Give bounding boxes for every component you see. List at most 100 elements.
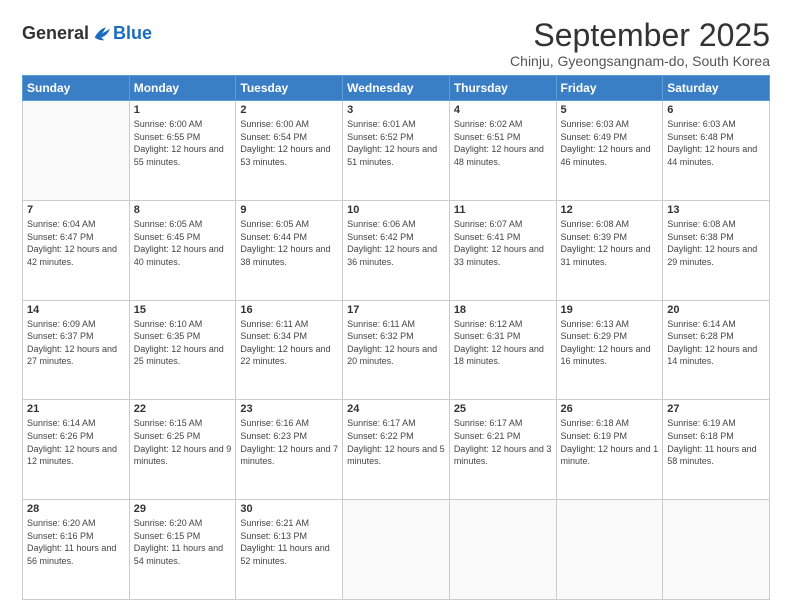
calendar-cell: 13Sunrise: 6:08 AM Sunset: 6:38 PM Dayli… <box>663 200 770 300</box>
calendar-cell <box>449 500 556 600</box>
day-number: 22 <box>134 403 232 415</box>
calendar-cell: 3Sunrise: 6:01 AM Sunset: 6:52 PM Daylig… <box>343 101 450 201</box>
day-number: 18 <box>454 304 552 316</box>
logo-general-text: General <box>22 23 89 44</box>
calendar-cell: 9 Sunrise: 6:05 AM Sunset: 6:44 PM Daylig… <box>236 200 343 300</box>
day-number: 23 <box>240 403 338 415</box>
col-tuesday: Tuesday <box>236 76 343 101</box>
page: General Blue September 2025 Chinju, Gyeo… <box>0 0 792 612</box>
calendar-cell: 11 Sunrise: 6:07 AM Sunset: 6:41 PM Dayli… <box>449 200 556 300</box>
day-number: 1 <box>134 104 232 116</box>
calendar-table: Sunday Monday Tuesday Wednesday Thursday… <box>22 75 770 600</box>
day-number: 26 <box>561 403 659 415</box>
day-number: 8 <box>134 204 232 216</box>
day-info: Sunrise: 6:00 AM Sunset: 6:54 PM Dayligh… <box>240 118 338 168</box>
day-number: 7 <box>27 204 125 216</box>
day-info: Sunrise: 6:03 AM Sunset: 6:48 PM Dayligh… <box>667 118 765 168</box>
calendar-cell: 10 Sunrise: 6:06 AM Sunset: 6:42 PM Dayli… <box>343 200 450 300</box>
day-info: Sunrise: 6:19 AM Sunset: 6:18 PM Dayligh… <box>667 417 765 467</box>
day-number: 29 <box>134 503 232 515</box>
calendar-cell: 8 Sunrise: 6:05 AM Sunset: 6:45 PM Daylig… <box>129 200 236 300</box>
day-info: Sunrise: 6:05 AM Sunset: 6:45 PM Dayligh… <box>134 218 232 268</box>
calendar-cell: 23 Sunrise: 6:16 AM Sunset: 6:23 PM Dayli… <box>236 400 343 500</box>
calendar-cell: 22 Sunrise: 6:15 AM Sunset: 6:25 PM Dayli… <box>129 400 236 500</box>
calendar-cell: 2Sunrise: 6:00 AM Sunset: 6:54 PM Daylig… <box>236 101 343 201</box>
day-info: Sunrise: 6:03 AM Sunset: 6:49 PM Dayligh… <box>561 118 659 168</box>
week-row-3: 14 Sunrise: 6:09 AM Sunset: 6:37 PM Dayli… <box>23 300 770 400</box>
day-info: Sunrise: 6:08 AM Sunset: 6:38 PM Dayligh… <box>667 218 765 268</box>
day-info: Sunrise: 6:20 AM Sunset: 6:16 PM Dayligh… <box>27 517 125 567</box>
day-number: 12 <box>561 204 659 216</box>
day-number: 14 <box>27 304 125 316</box>
col-thursday: Thursday <box>449 76 556 101</box>
day-info: Sunrise: 6:14 AM Sunset: 6:26 PM Dayligh… <box>27 417 125 467</box>
week-row-1: 1 Sunrise: 6:00 AM Sunset: 6:55 PM Daylig… <box>23 101 770 201</box>
header: General Blue September 2025 Chinju, Gyeo… <box>22 18 770 69</box>
logo-blue-text: Blue <box>113 23 152 44</box>
day-info: Sunrise: 6:07 AM Sunset: 6:41 PM Dayligh… <box>454 218 552 268</box>
calendar-cell: 24Sunrise: 6:17 AM Sunset: 6:22 PM Dayli… <box>343 400 450 500</box>
logo-bird-icon <box>91 22 113 44</box>
location-subtitle: Chinju, Gyeongsangnam-do, South Korea <box>510 53 770 69</box>
day-number: 17 <box>347 304 445 316</box>
day-info: Sunrise: 6:05 AM Sunset: 6:44 PM Dayligh… <box>240 218 338 268</box>
day-number: 16 <box>240 304 338 316</box>
calendar-cell: 29 Sunrise: 6:20 AM Sunset: 6:15 PM Dayli… <box>129 500 236 600</box>
day-info: Sunrise: 6:17 AM Sunset: 6:21 PM Dayligh… <box>454 417 552 467</box>
calendar-cell: 20 Sunrise: 6:14 AM Sunset: 6:28 PM Dayli… <box>663 300 770 400</box>
calendar-cell: 26 Sunrise: 6:18 AM Sunset: 6:19 PM Dayli… <box>556 400 663 500</box>
calendar-cell: 19 Sunrise: 6:13 AM Sunset: 6:29 PM Dayli… <box>556 300 663 400</box>
day-info: Sunrise: 6:13 AM Sunset: 6:29 PM Dayligh… <box>561 318 659 368</box>
col-sunday: Sunday <box>23 76 130 101</box>
col-wednesday: Wednesday <box>343 76 450 101</box>
day-number: 28 <box>27 503 125 515</box>
calendar-cell: 28 Sunrise: 6:20 AM Sunset: 6:16 PM Dayli… <box>23 500 130 600</box>
day-info: Sunrise: 6:04 AM Sunset: 6:47 PM Dayligh… <box>27 218 125 268</box>
calendar-cell: 21 Sunrise: 6:14 AM Sunset: 6:26 PM Dayli… <box>23 400 130 500</box>
calendar-cell <box>23 101 130 201</box>
header-row: Sunday Monday Tuesday Wednesday Thursday… <box>23 76 770 101</box>
day-info: Sunrise: 6:00 AM Sunset: 6:55 PM Dayligh… <box>134 118 232 168</box>
day-number: 4 <box>454 104 552 116</box>
day-info: Sunrise: 6:18 AM Sunset: 6:19 PM Dayligh… <box>561 417 659 467</box>
col-saturday: Saturday <box>663 76 770 101</box>
calendar-cell <box>663 500 770 600</box>
day-info: Sunrise: 6:08 AM Sunset: 6:39 PM Dayligh… <box>561 218 659 268</box>
title-block: September 2025 Chinju, Gyeongsangnam-do,… <box>510 18 770 69</box>
day-number: 5 <box>561 104 659 116</box>
day-info: Sunrise: 6:06 AM Sunset: 6:42 PM Dayligh… <box>347 218 445 268</box>
col-monday: Monday <box>129 76 236 101</box>
calendar-cell <box>556 500 663 600</box>
calendar-cell: 14 Sunrise: 6:09 AM Sunset: 6:37 PM Dayli… <box>23 300 130 400</box>
day-info: Sunrise: 6:20 AM Sunset: 6:15 PM Dayligh… <box>134 517 232 567</box>
day-info: Sunrise: 6:21 AM Sunset: 6:13 PM Dayligh… <box>240 517 338 567</box>
calendar-cell: 12 Sunrise: 6:08 AM Sunset: 6:39 PM Dayli… <box>556 200 663 300</box>
calendar-cell: 1 Sunrise: 6:00 AM Sunset: 6:55 PM Daylig… <box>129 101 236 201</box>
day-info: Sunrise: 6:11 AM Sunset: 6:34 PM Dayligh… <box>240 318 338 368</box>
day-number: 11 <box>454 204 552 216</box>
day-number: 19 <box>561 304 659 316</box>
calendar-cell: 18 Sunrise: 6:12 AM Sunset: 6:31 PM Dayli… <box>449 300 556 400</box>
day-number: 15 <box>134 304 232 316</box>
day-number: 20 <box>667 304 765 316</box>
day-info: Sunrise: 6:09 AM Sunset: 6:37 PM Dayligh… <box>27 318 125 368</box>
day-number: 21 <box>27 403 125 415</box>
day-info: Sunrise: 6:12 AM Sunset: 6:31 PM Dayligh… <box>454 318 552 368</box>
calendar-cell <box>343 500 450 600</box>
logo: General Blue <box>22 22 152 44</box>
day-number: 30 <box>240 503 338 515</box>
day-info: Sunrise: 6:02 AM Sunset: 6:51 PM Dayligh… <box>454 118 552 168</box>
day-number: 27 <box>667 403 765 415</box>
day-info: Sunrise: 6:16 AM Sunset: 6:23 PM Dayligh… <box>240 417 338 467</box>
day-info: Sunrise: 6:15 AM Sunset: 6:25 PM Dayligh… <box>134 417 232 467</box>
day-info: Sunrise: 6:10 AM Sunset: 6:35 PM Dayligh… <box>134 318 232 368</box>
calendar-cell: 25Sunrise: 6:17 AM Sunset: 6:21 PM Dayli… <box>449 400 556 500</box>
calendar-cell: 7 Sunrise: 6:04 AM Sunset: 6:47 PM Daylig… <box>23 200 130 300</box>
day-info: Sunrise: 6:17 AM Sunset: 6:22 PM Dayligh… <box>347 417 445 467</box>
calendar-cell: 17Sunrise: 6:11 AM Sunset: 6:32 PM Dayli… <box>343 300 450 400</box>
week-row-5: 28 Sunrise: 6:20 AM Sunset: 6:16 PM Dayli… <box>23 500 770 600</box>
day-number: 10 <box>347 204 445 216</box>
calendar-cell: 15 Sunrise: 6:10 AM Sunset: 6:35 PM Dayli… <box>129 300 236 400</box>
day-number: 9 <box>240 204 338 216</box>
day-info: Sunrise: 6:14 AM Sunset: 6:28 PM Dayligh… <box>667 318 765 368</box>
